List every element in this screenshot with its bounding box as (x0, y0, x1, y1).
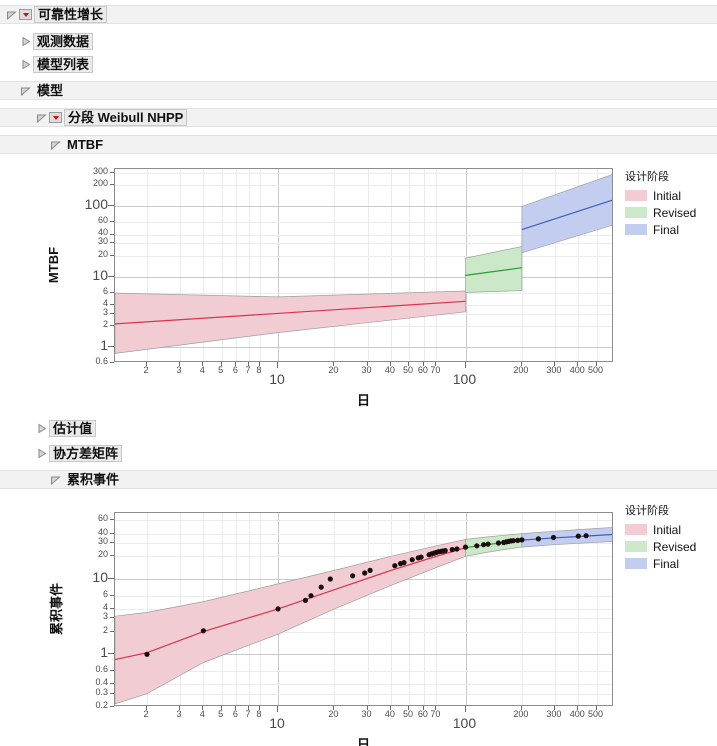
x-axis-tick-mark (258, 706, 260, 710)
legend-label: Initial (653, 522, 682, 537)
data-point[interactable] (495, 540, 502, 546)
y-axis-tick-label: 20 (97, 549, 108, 560)
y-axis-tick-label: 4 (102, 601, 108, 612)
legend-swatch (625, 541, 647, 552)
chart-cumulative_events: 0.2 0.3 0.4 0.6 1 2 3 4 6 10 20 30 40 60 2 3 4 5 6 7 8 10 20 30… (0, 0, 717, 746)
data-point[interactable] (485, 541, 491, 547)
y-axis-tick-label: 0.2 (95, 700, 108, 710)
legend-title: 设计阶段 (625, 505, 669, 517)
data-point[interactable] (350, 573, 356, 579)
data-point[interactable] (302, 597, 308, 603)
x-axis-tick-label: 10 (269, 715, 285, 731)
legend: 设计阶段 Initial Revised Final (625, 502, 696, 573)
y-axis-tick-label: 10 (92, 568, 108, 585)
data-point[interactable] (454, 546, 460, 552)
legend-item[interactable]: Initial (625, 522, 696, 537)
data-point[interactable] (409, 557, 415, 563)
data-point[interactable] (200, 628, 206, 634)
x-axis-tick-mark (333, 706, 335, 710)
y-axis-tick-mark (110, 617, 114, 619)
data-point[interactable] (583, 533, 589, 539)
y-axis-tick-label: 0.6 (95, 664, 108, 675)
data-point[interactable] (449, 547, 455, 553)
x-axis-tick-mark (146, 706, 147, 710)
y-axis-tick-label: 3 (102, 611, 108, 622)
y-axis-tick-mark (108, 653, 114, 655)
jmp-report-window: 可靠性增长 观测数据 模型列表 模型 分段 Weibull NHPP MTBF 估计值 协方差… (0, 0, 717, 746)
legend-label: Final (653, 556, 680, 571)
y-axis-tick-label: 0.3 (95, 686, 108, 697)
plot-data-layer (115, 527, 612, 705)
y-axis-tick-mark (110, 519, 114, 521)
legend-item[interactable]: Revised (625, 539, 696, 554)
data-point[interactable] (275, 606, 281, 612)
y-axis-tick-mark (110, 692, 114, 694)
data-point[interactable] (462, 544, 469, 550)
plot-area (114, 512, 613, 706)
y-axis-tick-mark (110, 555, 114, 557)
data-point[interactable] (392, 563, 398, 569)
legend-swatch (625, 558, 647, 569)
data-point[interactable] (418, 554, 424, 560)
data-point[interactable] (481, 542, 487, 548)
confidence-band-revised (465, 533, 523, 557)
y-axis-tick-mark (110, 542, 114, 543)
y-axis-tick-mark (108, 578, 114, 579)
x-axis-tick-mark (595, 706, 597, 710)
legend-swatch (625, 524, 647, 535)
x-axis-tick-mark (277, 706, 278, 712)
data-point[interactable] (550, 534, 557, 541)
x-axis-tick-label: 100 (452, 715, 477, 731)
data-point[interactable] (308, 593, 314, 599)
data-point[interactable] (519, 537, 525, 543)
legend-item[interactable]: Final (625, 556, 696, 571)
x-axis-tick-mark (435, 706, 437, 710)
y-axis-tick-mark (110, 670, 114, 671)
y-axis-tick-mark (110, 706, 114, 707)
y-axis-tick-label: 1 (100, 644, 108, 661)
y-axis-tick-mark (110, 532, 114, 534)
x-axis-tick-mark (464, 706, 466, 712)
y-axis-tick-label: 60 (97, 513, 108, 524)
data-point[interactable] (318, 584, 324, 590)
y-axis-tick-label: 2 (102, 624, 108, 635)
y-axis-tick-label: 6 (102, 588, 108, 599)
x-axis-title: 日 (356, 737, 370, 746)
x-axis-tick-label: 500 (587, 709, 603, 719)
data-point[interactable] (535, 536, 541, 542)
data-point[interactable] (442, 548, 448, 554)
data-point[interactable] (367, 567, 373, 573)
y-axis-tick-mark (110, 594, 114, 596)
y-axis-tick-label: 40 (97, 526, 108, 537)
y-axis-tick-mark (110, 630, 114, 632)
y-axis-tick-mark (110, 607, 114, 609)
y-axis-tick-mark (110, 683, 114, 685)
data-point[interactable] (327, 576, 333, 582)
y-axis-tick-label: 0.4 (95, 677, 108, 688)
data-point[interactable] (474, 543, 480, 549)
y-axis-title: 累积事件 (49, 583, 64, 636)
data-point[interactable] (575, 533, 581, 539)
data-point[interactable] (362, 570, 368, 576)
data-point[interactable] (144, 651, 150, 657)
x-axis-tick-mark (520, 706, 522, 710)
y-axis-tick-label: 30 (97, 535, 108, 546)
data-point[interactable] (401, 560, 407, 566)
legend-label: Revised (653, 539, 697, 554)
